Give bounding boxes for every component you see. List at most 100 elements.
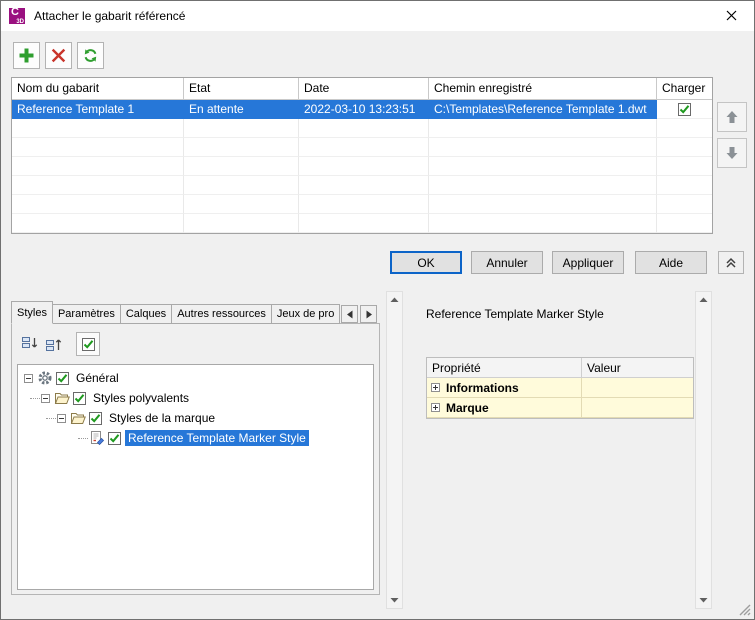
resize-grip[interactable] [737,602,751,616]
move-up-button[interactable] [717,102,747,132]
check-icon [74,393,85,403]
attach-referenced-template-dialog: C 3D Attacher le gabarit référencé Nom d… [0,0,755,620]
move-down-button[interactable] [717,138,747,168]
remove-template-button[interactable] [45,42,72,69]
scroll-down-button[interactable] [387,592,402,608]
tree-item-label-selected: Reference Template Marker Style [125,430,309,446]
titlebar: C 3D Attacher le gabarit référencé [1,1,754,31]
styles-tab-page: Général Styles polyvalents Styles de la … [11,323,380,595]
tab-parametres[interactable]: Paramètres [51,304,121,324]
refresh-button[interactable] [77,42,104,69]
check-icon [57,373,68,383]
property-row-marque[interactable]: Marque [427,398,693,418]
property-grid: Propriété Valeur Informations Marque [426,357,694,419]
empty-cell [12,176,184,195]
check-all-styles-button[interactable] [76,332,100,356]
scroll-up-button[interactable] [696,292,711,308]
empty-cell [12,214,184,233]
template-path-cell: C:\Templates\Reference Template 1.dwt [429,100,657,119]
tree-item-reference-template-marker-style[interactable]: Reference Template Marker Style [18,428,373,448]
scroll-up-icon [699,297,708,302]
scroll-up-button[interactable] [387,292,402,308]
value-column-header[interactable]: Valeur [582,358,693,378]
collapse-minus-icon[interactable] [41,393,50,403]
empty-cell [299,119,429,138]
close-button[interactable] [708,1,754,30]
empty-cell [12,157,184,176]
refresh-icon [84,49,97,62]
empty-cell [429,195,657,214]
tab-jeux-de-proprietes[interactable]: Jeux de pro [270,304,341,324]
template-empty-row [12,119,712,138]
empty-cell [184,195,299,214]
tree-item-label: Styles polyvalents [93,391,190,405]
checked-box-icon [81,337,95,351]
property-label: Informations [446,380,519,395]
property-column-header[interactable]: Propriété [427,358,582,378]
empty-cell [299,214,429,233]
style-detail-title: Reference Template Marker Style [426,307,604,321]
styles-panel-scrollbar[interactable] [386,291,403,609]
empty-cell [299,157,429,176]
triangle-right-icon [366,310,372,318]
tree-checkbox[interactable] [108,431,121,445]
tree-checkbox[interactable] [56,371,69,385]
tab-calques[interactable]: Calques [119,304,173,324]
collapse-minus-icon[interactable] [57,413,66,423]
ok-button[interactable]: OK [390,251,462,274]
check-icon [90,413,101,423]
property-value[interactable] [582,398,693,418]
expand-plus-icon[interactable] [431,383,440,392]
app-icon-letter: C [11,6,19,18]
close-icon [726,10,736,21]
collapse-panel-button[interactable] [718,251,744,274]
empty-cell [299,176,429,195]
tab-autres-ressources[interactable]: Autres ressources [171,304,272,324]
empty-cell [184,157,299,176]
plus-icon [19,48,34,63]
column-header-name[interactable]: Nom du gabarit [12,78,184,100]
add-template-button[interactable] [13,42,40,69]
triangle-left-icon [346,310,353,318]
styles-panel: Styles Paramètres Calques Autres ressour… [11,291,403,609]
styles-toolbar [18,332,100,356]
style-view-option-button-2[interactable] [42,332,66,356]
tree-item-label: Styles de la marque [109,411,216,425]
empty-cell [184,214,299,233]
cancel-button[interactable]: Annuler [471,251,543,274]
template-empty-row [12,176,712,195]
window-title: Attacher le gabarit référencé [34,9,186,23]
column-header-path[interactable]: Chemin enregistré [429,78,657,100]
tree-checkbox[interactable] [89,411,102,425]
collapse-minus-icon[interactable] [24,373,33,383]
stacked-list-down-icon [22,337,38,348]
column-header-date[interactable]: Date [299,78,429,100]
column-header-state[interactable]: Etat [184,78,299,100]
tab-scroll-right-button[interactable] [360,305,378,323]
tree-checkbox[interactable] [73,391,86,405]
empty-cell [12,119,184,138]
apply-button[interactable]: Appliquer [552,251,624,274]
template-empty-row [12,195,712,214]
load-checkbox[interactable] [678,102,691,116]
tree-item-general[interactable]: Général [18,368,373,388]
empty-cell [299,138,429,157]
expand-plus-icon[interactable] [431,403,440,412]
empty-cell [429,157,657,176]
detail-panel-scrollbar[interactable] [695,291,712,609]
property-label: Marque [446,400,489,415]
template-row-selected[interactable]: Reference Template 1 En attente 2022-03-… [12,100,712,119]
tab-scroll-left-button[interactable] [341,305,359,323]
scroll-down-button[interactable] [696,592,711,608]
property-value[interactable] [582,378,693,398]
open-folder-icon [54,390,70,406]
property-row-informations[interactable]: Informations [427,378,693,398]
tree-item-styles-de-la-marque[interactable]: Styles de la marque [18,408,373,428]
style-detail-panel: Reference Template Marker Style Propriét… [414,291,712,609]
tab-styles[interactable]: Styles [11,301,53,324]
style-view-option-button-1[interactable] [18,332,42,356]
tree-item-styles-polyvalents[interactable]: Styles polyvalents [18,388,373,408]
arrow-up-icon [726,111,738,123]
column-header-load[interactable]: Charger [657,78,712,100]
help-button[interactable]: Aide [635,251,707,274]
